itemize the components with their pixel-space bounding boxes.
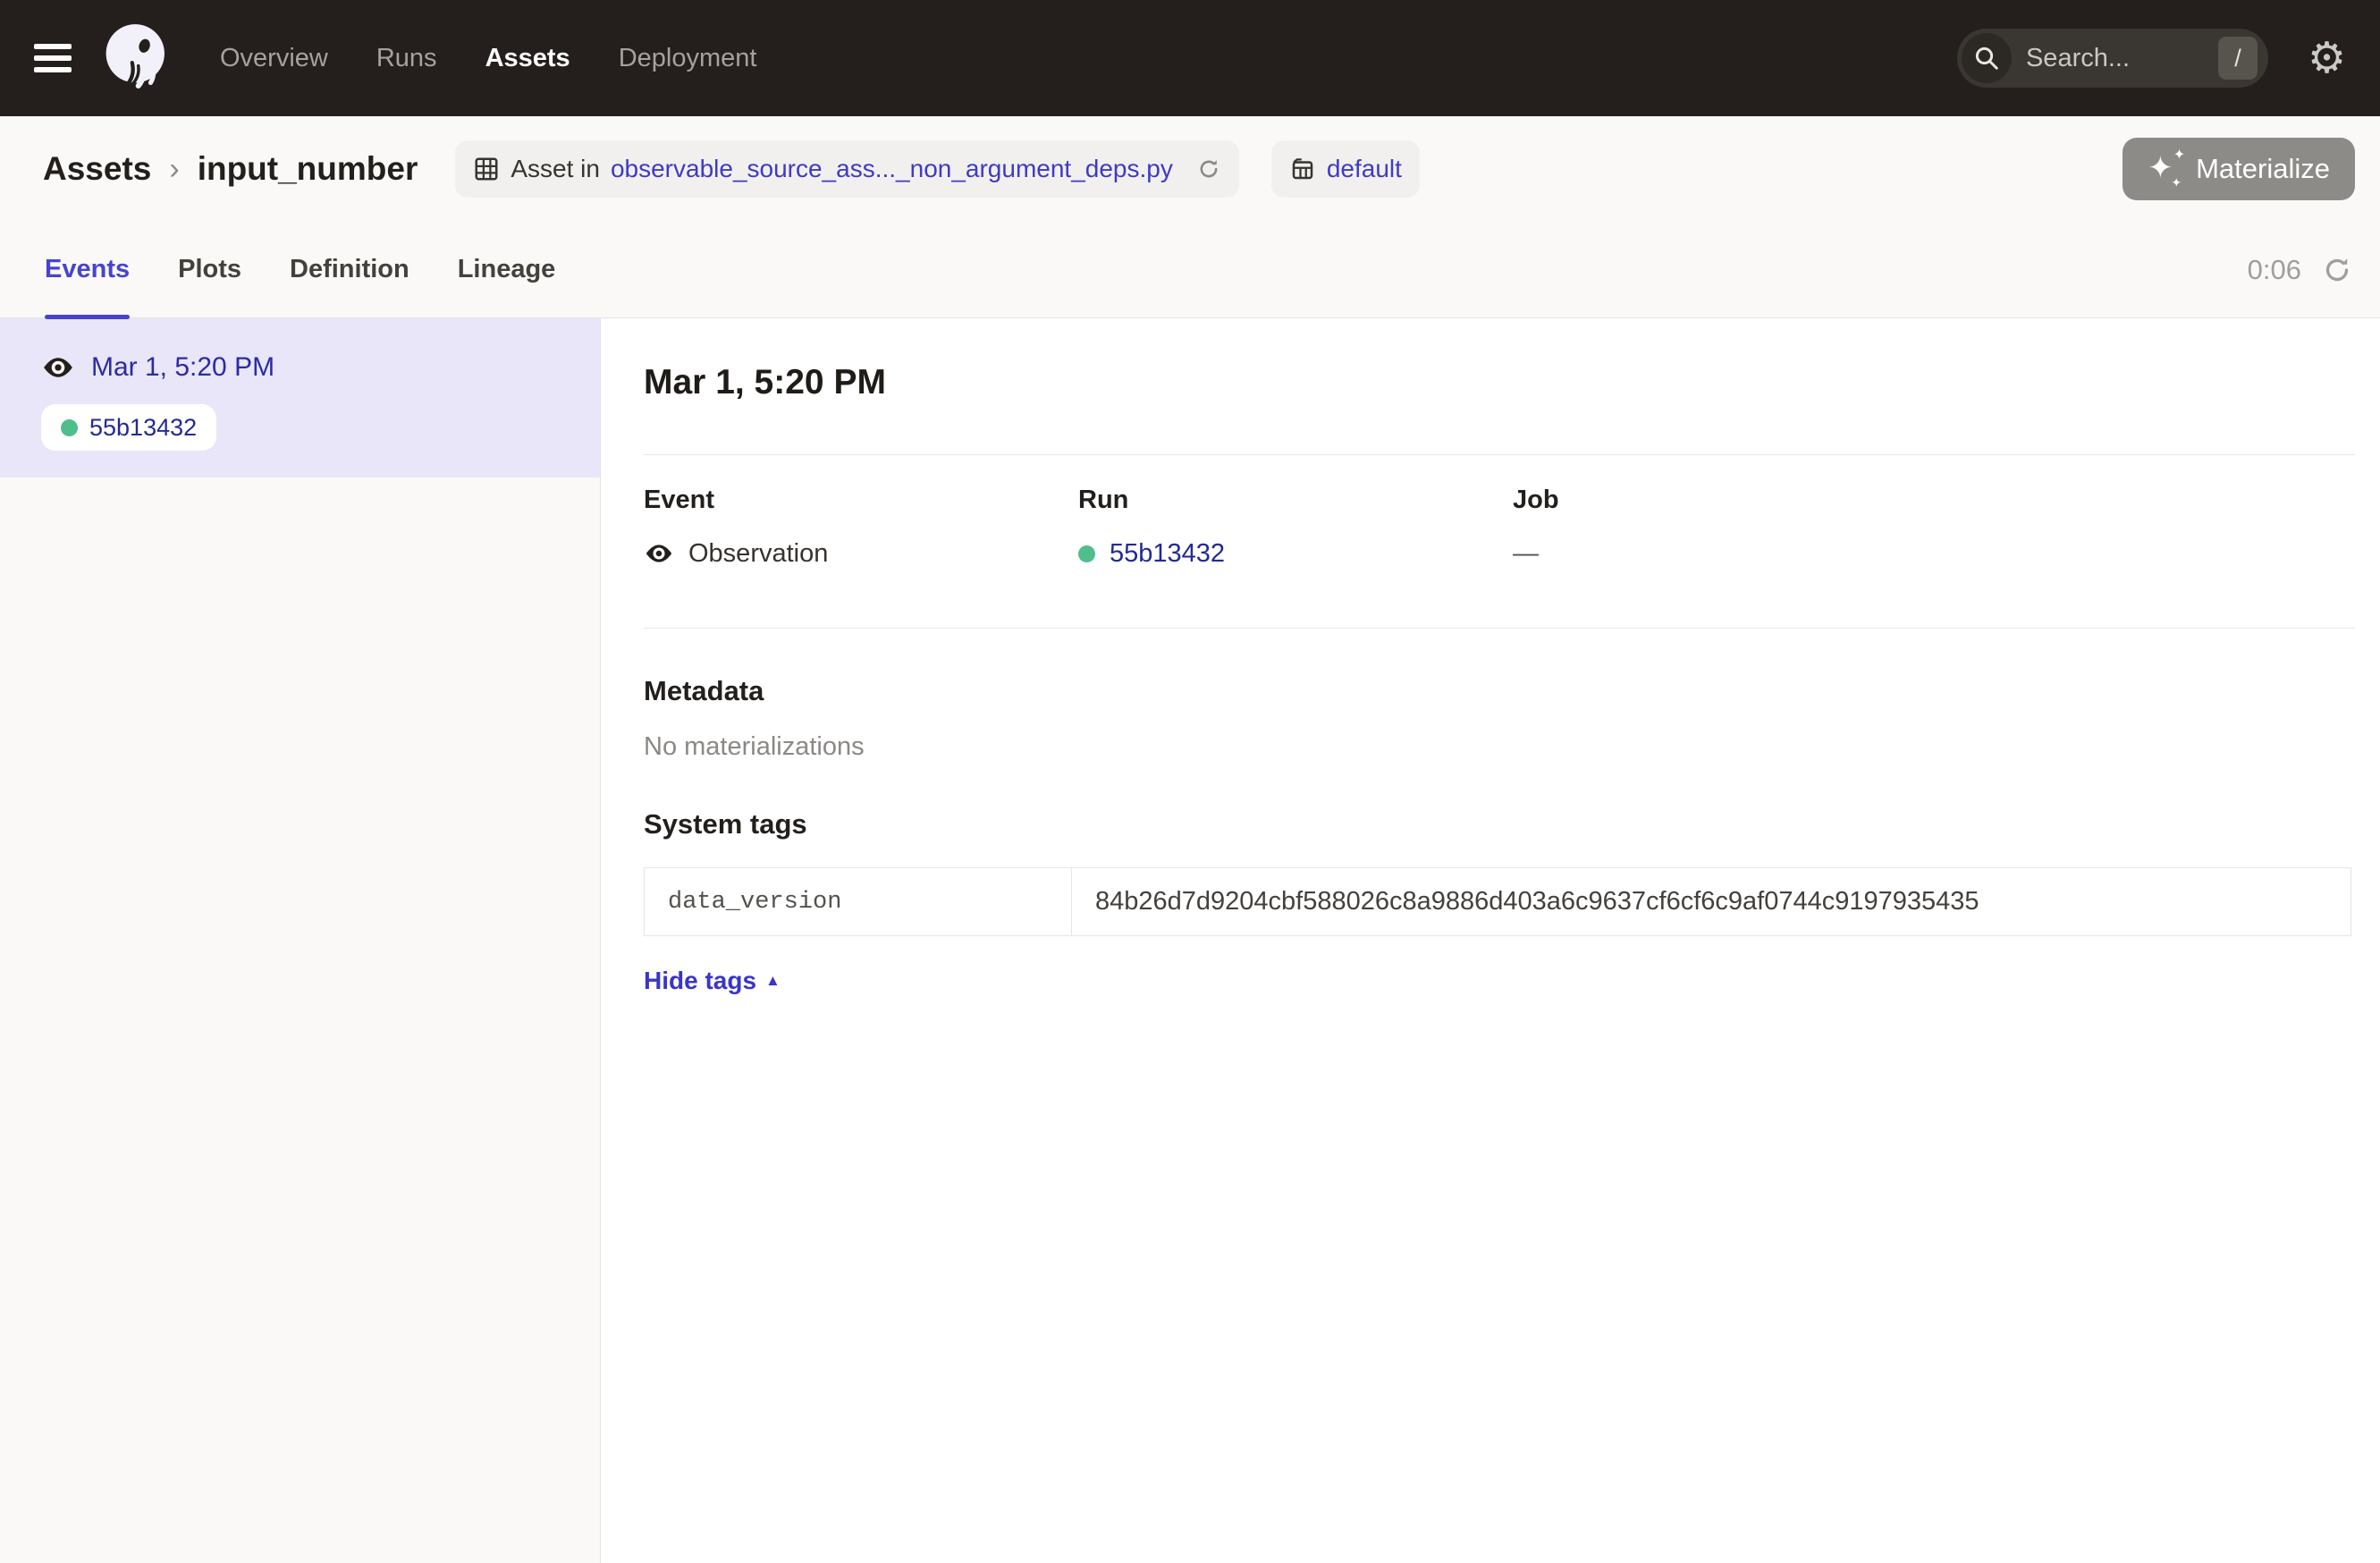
search-placeholder: Search... — [2026, 44, 2218, 73]
event-detail-title: Mar 1, 5:20 PM — [644, 363, 2355, 402]
observation-eye-icon — [644, 538, 674, 569]
breadcrumb-assets-link[interactable]: Assets — [43, 150, 151, 188]
hamburger-menu-icon[interactable] — [34, 44, 72, 72]
tag-key-cell: data_version — [645, 868, 1072, 936]
column-header-job: Job — [1513, 486, 2355, 515]
column-header-event: Event — [644, 486, 1078, 515]
divider — [644, 454, 2355, 455]
run-id-badge[interactable]: 55b13432 — [41, 404, 216, 451]
search-icon — [1962, 33, 2012, 83]
system-tags-table: data_version 84b26d7d9204cbf588026c8a988… — [644, 867, 2351, 936]
nav-item-overview[interactable]: Overview — [220, 44, 328, 73]
tag-value-cell: 84b26d7d9204cbf588026c8a9886d403a6c9637c… — [1072, 868, 2351, 936]
run-cell: 55b13432 — [1078, 539, 1513, 569]
table-row: data_version 84b26d7d9204cbf588026c8a988… — [645, 868, 2351, 936]
events-sidebar: Mar 1, 5:20 PM 55b13432 — [0, 318, 601, 1563]
repository-pill[interactable]: default — [1271, 140, 1420, 198]
gear-icon[interactable]: ⚙ — [2308, 37, 2346, 80]
run-id-link[interactable]: 55b13432 — [1110, 539, 1225, 569]
breadcrumb-row: Assets › input_number Asset in observabl… — [0, 116, 2380, 222]
tab-plots[interactable]: Plots — [178, 222, 241, 317]
search-shortcut-key: / — [2218, 37, 2258, 80]
asset-grid-icon — [473, 156, 500, 182]
metadata-heading: Metadata — [644, 675, 2355, 707]
nav-item-deployment[interactable]: Deployment — [619, 44, 757, 73]
dagster-logo-icon[interactable] — [98, 20, 175, 97]
system-tags-heading: System tags — [644, 808, 2355, 841]
top-navbar: Overview Runs Assets Deployment Search..… — [0, 0, 2380, 116]
event-detail-pane: Mar 1, 5:20 PM Event Run Job Observation… — [601, 318, 2380, 1563]
primary-nav: Overview Runs Assets Deployment — [220, 44, 756, 73]
repo-icon — [1289, 156, 1316, 182]
run-status-dot — [61, 419, 78, 436]
job-cell: — — [1513, 539, 2355, 569]
repo-default-link[interactable]: default — [1327, 155, 1402, 183]
observation-eye-icon — [41, 351, 75, 384]
sparkle-icon: ✦ ✦ ✦ — [2148, 151, 2183, 187]
hide-tags-link[interactable]: Hide tags ▲ — [644, 967, 781, 995]
reload-definition-icon[interactable] — [1196, 156, 1221, 182]
asset-tabs: Events Plots Definition Lineage 0:06 — [0, 222, 2380, 318]
breadcrumb-separator: › — [169, 152, 179, 187]
divider — [644, 628, 2355, 629]
search-input[interactable]: Search... / — [1957, 29, 2268, 88]
asset-file-link[interactable]: observable_source_ass..._non_argument_de… — [611, 155, 1173, 183]
asset-in-label: Asset in — [511, 155, 600, 183]
metadata-empty-text: No materializations — [644, 732, 2355, 762]
event-date-link[interactable]: Mar 1, 5:20 PM — [91, 352, 274, 383]
refresh-countdown: 0:06 — [2248, 254, 2301, 286]
column-header-run: Run — [1078, 486, 1513, 515]
event-type-cell: Observation — [644, 538, 1078, 569]
refresh-icon[interactable] — [2321, 254, 2353, 286]
run-status-dot — [1078, 545, 1095, 562]
materialize-button[interactable]: ✦ ✦ ✦ Materialize — [2123, 138, 2355, 200]
nav-item-runs[interactable]: Runs — [376, 44, 437, 73]
materialize-label: Materialize — [2196, 153, 2330, 185]
tab-events[interactable]: Events — [45, 222, 130, 317]
tab-definition[interactable]: Definition — [290, 222, 409, 317]
tab-lineage[interactable]: Lineage — [458, 222, 556, 317]
asset-definition-pill: Asset in observable_source_ass..._non_ar… — [455, 140, 1238, 198]
caret-up-icon: ▲ — [765, 972, 781, 990]
event-list-item[interactable]: Mar 1, 5:20 PM 55b13432 — [0, 318, 600, 477]
page-title: input_number — [198, 150, 418, 188]
nav-item-assets[interactable]: Assets — [485, 44, 570, 73]
